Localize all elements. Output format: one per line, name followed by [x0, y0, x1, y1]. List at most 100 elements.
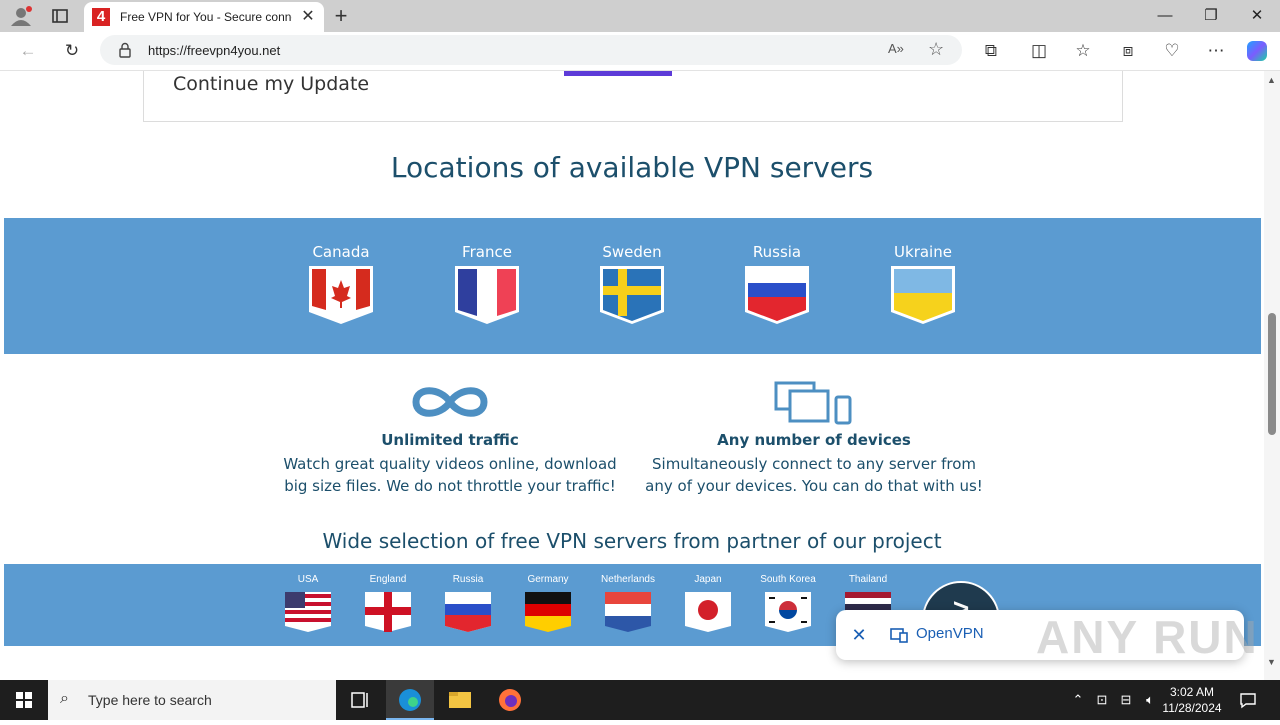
- page-content: Continue my Update Locations of availabl…: [0, 71, 1264, 680]
- update-panel: Continue my Update: [143, 71, 1123, 122]
- volume-icon[interactable]: 🔈︎: [1140, 690, 1160, 710]
- location-sweden[interactable]: Sweden: [582, 218, 682, 354]
- network-icon[interactable]: ⊟: [1116, 690, 1136, 710]
- profile-icon[interactable]: [8, 5, 34, 27]
- close-window-button[interactable]: ✕: [1234, 0, 1280, 32]
- location-label: Ukraine: [894, 243, 952, 261]
- copilot-icon[interactable]: [1245, 39, 1269, 63]
- new-tab-button[interactable]: +: [330, 4, 352, 28]
- firefox-icon[interactable]: [486, 680, 534, 720]
- read-aloud-icon[interactable]: A»: [888, 41, 908, 59]
- partner-japan[interactable]: Japan: [672, 564, 744, 646]
- location-france[interactable]: France: [437, 218, 537, 354]
- usa-flag-icon: [285, 592, 331, 632]
- england-flag-icon: [365, 592, 411, 632]
- continue-update-link[interactable]: Continue my Update: [173, 73, 369, 95]
- netherlands-flag-icon: [605, 592, 651, 632]
- japan-flag-icon: [685, 592, 731, 632]
- tab-close-icon[interactable]: ✕: [298, 7, 318, 27]
- germany-flag-icon: [525, 592, 571, 632]
- scroll-up-icon[interactable]: ▲: [1267, 75, 1276, 85]
- tray-chevron-icon[interactable]: ⌃: [1068, 690, 1088, 710]
- partner-label: South Korea: [760, 574, 816, 585]
- infinity-icon: [412, 387, 488, 417]
- feature-description-line: any of your devices. You can do that wit…: [645, 477, 983, 495]
- tab-actions-icon[interactable]: [50, 7, 70, 25]
- partner-germany[interactable]: Germany: [512, 564, 584, 646]
- feature-description-line: Watch great quality videos online, downl…: [283, 455, 617, 473]
- partner-russia[interactable]: Russia: [432, 564, 504, 646]
- site-favicon-icon: 4: [92, 8, 110, 26]
- partner-heading: Wide selection of free VPN servers from …: [322, 529, 942, 553]
- lock-icon[interactable]: [118, 42, 132, 58]
- partner-usa[interactable]: USA: [272, 564, 344, 646]
- partner-label: England: [369, 574, 407, 585]
- windows-icon: [16, 692, 32, 708]
- favorite-star-icon[interactable]: ☆: [928, 39, 948, 59]
- partner-label: Russia: [452, 574, 484, 585]
- taskbar: ⌕ Type here to search ⌃ ⊡ ⊟ 🔈︎ 3:02 AM 1…: [0, 680, 1280, 720]
- location-label: Russia: [752, 243, 802, 261]
- extensions-icon[interactable]: ⧉: [977, 38, 1005, 64]
- tab-active[interactable]: 4 Free VPN for You - Secure conne ✕: [84, 2, 324, 32]
- russia-flag-icon: [445, 592, 491, 632]
- feature-any-devices: Any number of devices Simultaneously con…: [634, 379, 994, 497]
- location-canada[interactable]: Canada: [291, 218, 391, 354]
- page-scrollbar[interactable]: ▲ ▼: [1264, 71, 1280, 680]
- url-text[interactable]: https://freevpn4you.net: [148, 43, 280, 58]
- france-flag-icon: [455, 266, 519, 324]
- browser-essentials-icon[interactable]: ♡: [1158, 38, 1186, 64]
- location-label: Sweden: [602, 243, 662, 261]
- partner-south-korea[interactable]: South Korea: [752, 564, 824, 646]
- start-button[interactable]: [0, 680, 48, 720]
- scrollbar-thumb[interactable]: [1268, 313, 1276, 435]
- close-icon[interactable]: ✕: [848, 624, 870, 646]
- address-bar[interactable]: https://freevpn4you.net A» ☆: [100, 35, 962, 65]
- system-clock[interactable]: 3:02 AM 11/28/2024: [1158, 684, 1226, 716]
- russia-flag-icon: [745, 266, 809, 324]
- feature-description-line: big size files. We do not throttle your …: [284, 477, 616, 495]
- locations-band: Canada France Sweden Russia Ukraine: [4, 218, 1261, 354]
- update-button-edge[interactable]: [564, 71, 672, 76]
- network-device-icon[interactable]: ⊡: [1092, 690, 1112, 710]
- feature-description: Simultaneously connect to any server fro…: [634, 453, 994, 497]
- feature-title: Unlimited traffic: [381, 431, 519, 449]
- locations-heading: Locations of available VPN servers: [390, 151, 874, 184]
- partner-label: USA: [297, 574, 319, 585]
- minimize-button[interactable]: —: [1142, 0, 1188, 32]
- scroll-down-icon[interactable]: ▼: [1267, 657, 1276, 667]
- feature-description: Watch great quality videos online, downl…: [270, 453, 630, 497]
- taskbar-search-input[interactable]: ⌕ Type here to search: [48, 680, 336, 720]
- partner-england[interactable]: England: [352, 564, 424, 646]
- south-korea-flag-icon: [765, 592, 811, 632]
- more-options-icon[interactable]: ⋯: [1202, 38, 1230, 64]
- feature-description-line: Simultaneously connect to any server fro…: [652, 455, 976, 473]
- location-ukraine[interactable]: Ukraine: [873, 218, 973, 354]
- task-view-icon[interactable]: [336, 680, 384, 720]
- partner-netherlands[interactable]: Netherlands: [592, 564, 664, 646]
- canada-flag-icon: [309, 266, 373, 324]
- devices-icon: [774, 381, 852, 425]
- file-explorer-icon[interactable]: [436, 680, 484, 720]
- back-icon[interactable]: ←: [14, 38, 42, 64]
- restore-button[interactable]: ❐: [1188, 0, 1234, 32]
- tab-bar: 4 Free VPN for You - Secure conne ✕ + — …: [0, 0, 1280, 32]
- collections-icon[interactable]: ⧈: [1114, 38, 1142, 64]
- partner-label: Germany: [527, 574, 569, 585]
- partner-label: Netherlands: [601, 574, 655, 585]
- location-label: France: [462, 243, 512, 261]
- clock-date: 11/28/2024: [1162, 701, 1222, 715]
- edge-taskbar-icon[interactable]: [386, 680, 434, 720]
- location-russia[interactable]: Russia: [727, 218, 827, 354]
- tab-title: Free VPN for You - Secure conne: [120, 10, 292, 24]
- navigation-bar: ← ↻ https://freevpn4you.net A» ☆ ⧉ ◫ ☆ ⧈…: [0, 32, 1280, 71]
- openvpn-label[interactable]: OpenVPN: [916, 625, 984, 642]
- partner-label: Thailand: [848, 574, 888, 585]
- refresh-icon[interactable]: ↻: [58, 38, 86, 64]
- favorites-icon[interactable]: ☆: [1069, 38, 1097, 64]
- notifications-icon[interactable]: [1238, 690, 1258, 710]
- split-screen-icon[interactable]: ◫: [1025, 38, 1053, 64]
- location-label: Canada: [312, 243, 370, 261]
- sweden-flag-icon: [600, 266, 664, 324]
- ukraine-flag-icon: [891, 266, 955, 324]
